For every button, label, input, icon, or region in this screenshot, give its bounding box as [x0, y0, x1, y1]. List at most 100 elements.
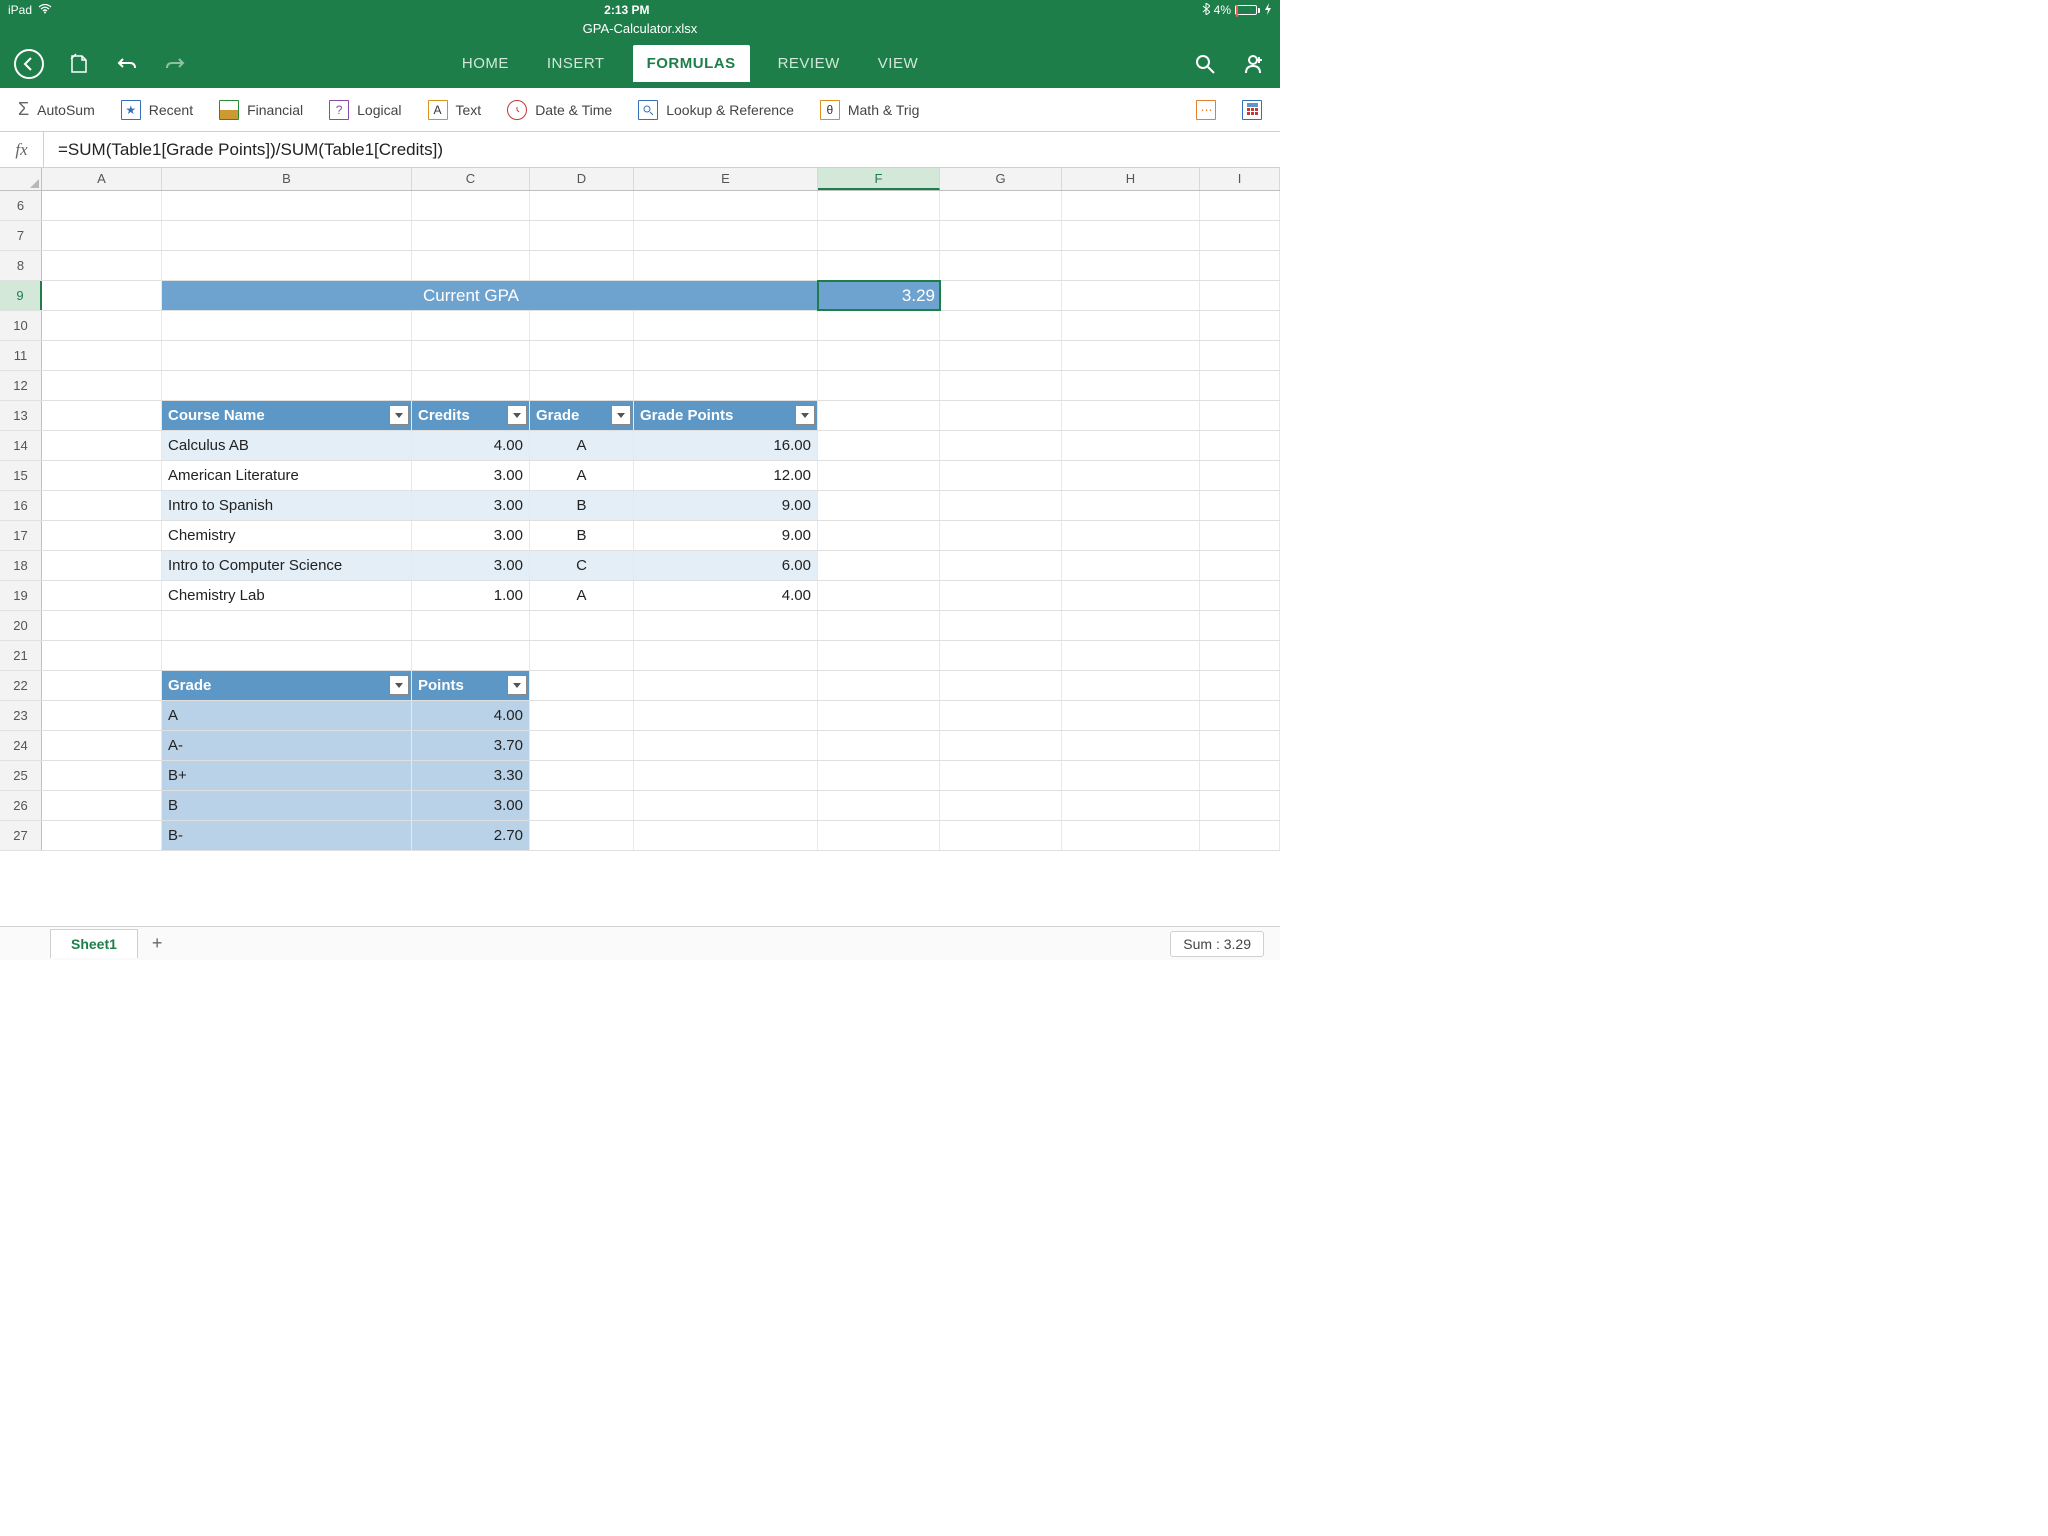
- cell-F16[interactable]: [818, 491, 940, 520]
- cell-I6[interactable]: [1200, 191, 1280, 220]
- cell-F18[interactable]: [818, 551, 940, 580]
- cell-F12[interactable]: [818, 371, 940, 400]
- formula-input[interactable]: =SUM(Table1[Grade Points])/SUM(Table1[Cr…: [44, 140, 1280, 160]
- cell-B11[interactable]: [162, 341, 412, 370]
- cell-D13[interactable]: Grade: [530, 401, 634, 430]
- cell-E15[interactable]: 12.00: [634, 461, 818, 490]
- cell-C23[interactable]: 4.00: [412, 701, 530, 730]
- tab-insert[interactable]: INSERT: [537, 47, 615, 80]
- cell-G6[interactable]: [940, 191, 1062, 220]
- cell-I17[interactable]: [1200, 521, 1280, 550]
- cell-A7[interactable]: [42, 221, 162, 250]
- cell-C19[interactable]: 1.00: [412, 581, 530, 610]
- cell-F6[interactable]: [818, 191, 940, 220]
- search-button[interactable]: [1192, 51, 1218, 77]
- cell-B6[interactable]: [162, 191, 412, 220]
- cell-H26[interactable]: [1062, 791, 1200, 820]
- row-header-22[interactable]: 22: [0, 671, 42, 700]
- cell-G8[interactable]: [940, 251, 1062, 280]
- tab-view[interactable]: VIEW: [868, 47, 928, 80]
- cell-C13[interactable]: Credits: [412, 401, 530, 430]
- row-header-13[interactable]: 13: [0, 401, 42, 430]
- cell-H17[interactable]: [1062, 521, 1200, 550]
- cell-C26[interactable]: 3.00: [412, 791, 530, 820]
- select-all-corner[interactable]: [0, 168, 42, 190]
- cell-B26[interactable]: B: [162, 791, 412, 820]
- datetime-button[interactable]: Date & Time: [499, 96, 620, 124]
- row-header-19[interactable]: 19: [0, 581, 42, 610]
- cell-C16[interactable]: 3.00: [412, 491, 530, 520]
- col-header-E[interactable]: E: [634, 168, 818, 190]
- cell-D22[interactable]: [530, 671, 634, 700]
- row-header-8[interactable]: 8: [0, 251, 42, 280]
- row-header-12[interactable]: 12: [0, 371, 42, 400]
- cell-B25[interactable]: B+: [162, 761, 412, 790]
- filter-button[interactable]: [389, 405, 409, 425]
- cell-D19[interactable]: A: [530, 581, 634, 610]
- cell-I13[interactable]: [1200, 401, 1280, 430]
- cell-E10[interactable]: [634, 311, 818, 340]
- math-button[interactable]: θ Math & Trig: [812, 96, 928, 124]
- more-button[interactable]: ⋯: [1188, 96, 1224, 124]
- row-header-9[interactable]: 9: [0, 281, 42, 310]
- row-header-14[interactable]: 14: [0, 431, 42, 460]
- cell-A19[interactable]: [42, 581, 162, 610]
- cell-A9[interactable]: [42, 281, 162, 310]
- row-header-25[interactable]: 25: [0, 761, 42, 790]
- cell-A23[interactable]: [42, 701, 162, 730]
- cell-E17[interactable]: 9.00: [634, 521, 818, 550]
- cell-E20[interactable]: [634, 611, 818, 640]
- cell-G16[interactable]: [940, 491, 1062, 520]
- cell-C22[interactable]: Points: [412, 671, 530, 700]
- cell-D10[interactable]: [530, 311, 634, 340]
- cell-D9[interactable]: [530, 281, 634, 310]
- cell-A24[interactable]: [42, 731, 162, 760]
- cell-C9[interactable]: Current GPA: [412, 281, 530, 310]
- cell-E21[interactable]: [634, 641, 818, 670]
- tab-review[interactable]: REVIEW: [768, 47, 850, 80]
- cell-C8[interactable]: [412, 251, 530, 280]
- cell-I24[interactable]: [1200, 731, 1280, 760]
- cell-G20[interactable]: [940, 611, 1062, 640]
- spreadsheet-grid[interactable]: A B C D E F G H I 6789Current GPA3.29101…: [0, 168, 1280, 851]
- col-header-A[interactable]: A: [42, 168, 162, 190]
- cell-E19[interactable]: 4.00: [634, 581, 818, 610]
- cell-C10[interactable]: [412, 311, 530, 340]
- cell-B17[interactable]: Chemistry: [162, 521, 412, 550]
- cell-A11[interactable]: [42, 341, 162, 370]
- col-header-H[interactable]: H: [1062, 168, 1200, 190]
- tab-home[interactable]: HOME: [452, 47, 519, 80]
- cell-E12[interactable]: [634, 371, 818, 400]
- recent-button[interactable]: ★ Recent: [113, 96, 201, 124]
- col-header-F[interactable]: F: [818, 168, 940, 190]
- row-header-21[interactable]: 21: [0, 641, 42, 670]
- lookup-button[interactable]: Lookup & Reference: [630, 96, 802, 124]
- cell-H6[interactable]: [1062, 191, 1200, 220]
- row-header-16[interactable]: 16: [0, 491, 42, 520]
- col-header-C[interactable]: C: [412, 168, 530, 190]
- filter-button[interactable]: [507, 405, 527, 425]
- filter-button[interactable]: [507, 675, 527, 695]
- cell-G18[interactable]: [940, 551, 1062, 580]
- cell-G13[interactable]: [940, 401, 1062, 430]
- cell-H25[interactable]: [1062, 761, 1200, 790]
- cell-H22[interactable]: [1062, 671, 1200, 700]
- cell-B7[interactable]: [162, 221, 412, 250]
- cell-D20[interactable]: [530, 611, 634, 640]
- cell-C14[interactable]: 4.00: [412, 431, 530, 460]
- cell-D15[interactable]: A: [530, 461, 634, 490]
- cell-H16[interactable]: [1062, 491, 1200, 520]
- cell-D23[interactable]: [530, 701, 634, 730]
- cell-E18[interactable]: 6.00: [634, 551, 818, 580]
- cell-H14[interactable]: [1062, 431, 1200, 460]
- cell-A14[interactable]: [42, 431, 162, 460]
- cell-I25[interactable]: [1200, 761, 1280, 790]
- cell-B18[interactable]: Intro to Computer Science: [162, 551, 412, 580]
- filter-button[interactable]: [795, 405, 815, 425]
- cell-F25[interactable]: [818, 761, 940, 790]
- fx-label[interactable]: fx: [0, 132, 44, 167]
- cell-A18[interactable]: [42, 551, 162, 580]
- cell-D16[interactable]: B: [530, 491, 634, 520]
- cell-G24[interactable]: [940, 731, 1062, 760]
- cell-H18[interactable]: [1062, 551, 1200, 580]
